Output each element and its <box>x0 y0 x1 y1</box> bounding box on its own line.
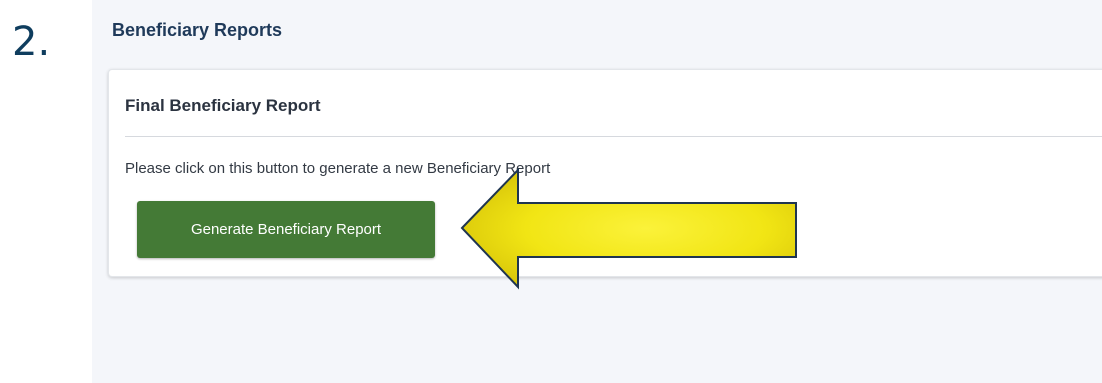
app-panel: Beneficiary Reports Final Beneficiary Re… <box>92 0 1102 383</box>
step-number: 2. <box>12 19 51 65</box>
card-description: Please click on this button to generate … <box>125 160 551 177</box>
tutorial-screenshot: 2. Beneficiary Reports Final Beneficiary… <box>0 0 1102 383</box>
section-title: Beneficiary Reports <box>112 20 283 40</box>
generate-beneficiary-report-button[interactable]: Generate Beneficiary Report <box>137 201 435 258</box>
report-card: Final Beneficiary Report Please click on… <box>108 69 1102 277</box>
card-header: Final Beneficiary Report <box>125 96 321 115</box>
card-divider <box>125 136 1102 137</box>
